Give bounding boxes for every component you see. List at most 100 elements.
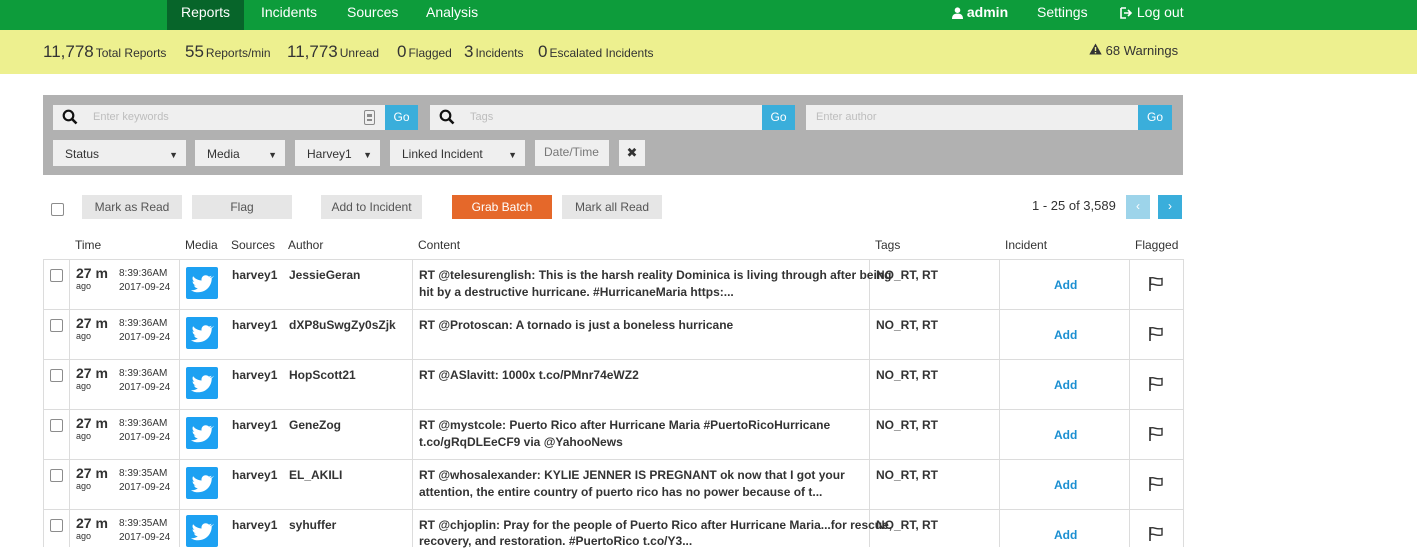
- source-name: harvey1: [232, 418, 278, 432]
- warnings-indicator[interactable]: 68 Warnings: [1089, 43, 1178, 58]
- nav-sources[interactable]: Sources: [333, 0, 412, 30]
- next-page-button[interactable]: ›: [1158, 195, 1182, 219]
- content-line: RT @whosalexander: KYLIE JENNER IS PREGN…: [419, 468, 845, 482]
- date-stamp: 2017-09-24: [119, 482, 171, 493]
- col-content: Content: [418, 238, 461, 252]
- add-incident-link[interactable]: Add: [1054, 428, 1077, 442]
- col-media: Media: [185, 238, 218, 252]
- username: admin: [966, 4, 1009, 20]
- column-line: [869, 260, 870, 547]
- table-divider: [43, 359, 1184, 360]
- datetime-filter[interactable]: Date/Time: [535, 140, 609, 166]
- time-ago: 27 m: [76, 365, 108, 381]
- nav-incidents[interactable]: Incidents: [247, 0, 331, 30]
- source-name: harvey1: [232, 268, 278, 282]
- tags-value: NO_RT, RT: [876, 418, 939, 432]
- user-menu[interactable]: admin: [938, 0, 1022, 30]
- add-incident-link[interactable]: Add: [1054, 328, 1077, 342]
- time-stamp: 8:39:36AM: [119, 318, 168, 329]
- add-incident-link[interactable]: Add: [1054, 278, 1077, 292]
- media-dropdown[interactable]: Media ▼: [195, 140, 285, 166]
- grab-batch-button[interactable]: Grab Batch: [452, 195, 552, 219]
- time-stamp: 8:39:35AM: [119, 468, 168, 479]
- col-flagged: Flagged: [1135, 238, 1179, 252]
- prev-page-button[interactable]: ‹: [1126, 195, 1150, 219]
- flag-icon[interactable]: [1148, 376, 1164, 395]
- column-line: [412, 260, 413, 547]
- user-icon: [952, 4, 967, 20]
- tags-value: NO_RT, RT: [876, 318, 939, 332]
- add-to-incident-button[interactable]: Add to Incident: [321, 195, 422, 219]
- time-ago-label: ago: [76, 531, 92, 541]
- source-dropdown[interactable]: Harvey1 ▼: [295, 140, 380, 166]
- time-ago-label: ago: [76, 331, 92, 341]
- author-name[interactable]: dXP8uSwgZy0sZjk: [289, 318, 396, 332]
- author-search: Enter author Go: [806, 105, 1172, 130]
- flag-icon[interactable]: [1148, 476, 1164, 495]
- flag-icon[interactable]: [1148, 426, 1164, 445]
- add-incident-link[interactable]: Add: [1054, 378, 1077, 392]
- warnings-label: 68 Warnings: [1105, 43, 1179, 58]
- row-checkbox[interactable]: [50, 419, 63, 432]
- content-line: RT @mystcole: Puerto Rico after Hurrican…: [419, 418, 831, 432]
- search-icon: [439, 109, 455, 130]
- column-line: [69, 260, 70, 547]
- clear-filters-button[interactable]: ✖: [619, 140, 645, 166]
- flag-icon[interactable]: [1148, 526, 1164, 545]
- col-incident: Incident: [1005, 238, 1048, 252]
- author-input[interactable]: Enter author: [816, 111, 877, 123]
- caret-down-icon: ▼: [268, 150, 277, 160]
- nav-analysis[interactable]: Analysis: [412, 0, 492, 30]
- keyword-input[interactable]: Enter keywords: [93, 111, 169, 123]
- time-ago-label: ago: [76, 281, 92, 291]
- tags-input[interactable]: Tags: [470, 111, 493, 123]
- row-checkbox[interactable]: [50, 369, 63, 382]
- logout-icon: [1120, 4, 1137, 20]
- tags-value: NO_RT, RT: [876, 468, 939, 482]
- mark-as-read-button[interactable]: Mark as Read: [82, 195, 182, 219]
- flag-button[interactable]: Flag: [192, 195, 292, 219]
- mark-all-read-button[interactable]: Mark all Read: [562, 195, 662, 219]
- author-name[interactable]: HopScott21: [289, 368, 356, 382]
- tags-value: NO_RT, RT: [876, 368, 939, 382]
- author-name[interactable]: EL_AKILI: [289, 468, 342, 482]
- author-name[interactable]: JessieGeran: [289, 268, 360, 282]
- flag-icon[interactable]: [1148, 326, 1164, 345]
- author-name[interactable]: syhuffer: [289, 518, 336, 532]
- table-divider: [43, 259, 1184, 260]
- add-incident-link[interactable]: Add: [1054, 478, 1077, 492]
- keyboard-icon[interactable]: [364, 110, 375, 130]
- nav-settings[interactable]: Settings: [1023, 0, 1102, 30]
- linked-incident-dropdown[interactable]: Linked Incident ▼: [390, 140, 525, 166]
- nav-reports[interactable]: Reports: [167, 0, 245, 30]
- content-line: t.co/gRqDLEeCF9 via @YahooNews: [419, 435, 623, 449]
- source-name: harvey1: [232, 518, 278, 532]
- content-line: RT @Protoscan: A tornado is just a bonel…: [419, 318, 734, 332]
- date-stamp: 2017-09-24: [119, 282, 171, 293]
- col-time[interactable]: Time: [75, 238, 101, 252]
- logout-link[interactable]: Log out: [1106, 0, 1198, 30]
- table-divider: [43, 509, 1184, 510]
- row-checkbox[interactable]: [50, 519, 63, 532]
- top-navbar: Reports Incidents Sources Analysis admin…: [0, 0, 1417, 30]
- add-incident-link[interactable]: Add: [1054, 528, 1077, 542]
- select-all-checkbox[interactable]: [51, 203, 64, 216]
- row-checkbox[interactable]: [50, 319, 63, 332]
- keyword-go-button[interactable]: Go: [385, 105, 418, 130]
- row-checkbox[interactable]: [50, 469, 63, 482]
- tags-go-button[interactable]: Go: [762, 105, 795, 130]
- row-checkbox[interactable]: [50, 269, 63, 282]
- stat-reports-per-min: 55 Reports/min: [185, 42, 271, 61]
- content-line: recovery, and restoration. #PuertoRico t…: [419, 534, 693, 548]
- content-line: RT @telesurenglish: This is the harsh re…: [419, 268, 892, 282]
- warning-icon: [1089, 43, 1106, 58]
- status-dropdown[interactable]: Status ▼: [53, 140, 186, 166]
- col-sources: Sources: [231, 238, 276, 252]
- author-go-button[interactable]: Go: [1138, 105, 1172, 130]
- stat-escalated: 0 Escalated Incidents: [538, 42, 654, 61]
- stat-unread: 11,773 Unread: [287, 42, 380, 61]
- source-name: harvey1: [232, 468, 278, 482]
- flag-icon[interactable]: [1148, 276, 1164, 295]
- twitter-icon: [186, 317, 218, 349]
- author-name[interactable]: GeneZog: [289, 418, 341, 432]
